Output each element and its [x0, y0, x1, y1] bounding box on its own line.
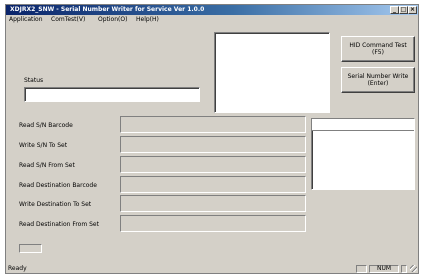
resize-grip[interactable]	[410, 265, 417, 272]
hid-button-label: HID Command Test	[349, 42, 407, 49]
field-write-sn-to-set[interactable]	[120, 136, 306, 153]
field-label-read-destination-barcode: Read Destination Barcode	[19, 182, 97, 189]
menu-application[interactable]: Application	[9, 15, 43, 25]
num-lock-indicator: NUM	[369, 265, 399, 273]
connection-indicator	[19, 244, 42, 253]
menu-comtest[interactable]: ComTest(V)	[51, 15, 85, 25]
write-button-shortcut: (Enter)	[367, 80, 389, 87]
field-read-sn-barcode[interactable]	[120, 116, 306, 133]
serial-number-write-button[interactable]: Serial Number Write (Enter)	[341, 67, 415, 93]
field-read-destination-from-set[interactable]	[120, 215, 306, 232]
field-label-read-sn-from-set: Read S/N From Set	[19, 162, 75, 169]
hid-button-shortcut: (F5)	[372, 49, 384, 56]
status-panel-empty	[356, 265, 367, 273]
field-read-sn-from-set[interactable]	[120, 156, 306, 173]
write-button-label: Serial Number Write	[347, 73, 409, 80]
result-list-header	[312, 119, 414, 131]
field-write-destination-to-set[interactable]	[120, 195, 306, 212]
field-label-write-sn-to-set: Write S/N To Set	[19, 142, 68, 149]
minimize-button[interactable]: _	[390, 6, 399, 14]
close-button[interactable]: ×	[408, 6, 417, 14]
hid-command-test-button[interactable]: HID Command Test (F5)	[341, 36, 415, 62]
status-field[interactable]	[24, 87, 200, 102]
title-bar[interactable]: XDJRX2_SNW - Serial Number Writer for Se…	[6, 5, 418, 15]
menu-option[interactable]: Option(O)	[98, 15, 127, 25]
status-bar-text: Ready	[8, 265, 27, 272]
menu-bar: Application ComTest(V) Option(O) Help(H)	[6, 15, 418, 25]
field-label-write-destination-to-set: Write Destination To Set	[19, 201, 92, 208]
status-panel-small	[401, 265, 407, 273]
window-title: XDJRX2_SNW - Serial Number Writer for Se…	[10, 6, 205, 13]
field-read-destination-barcode[interactable]	[120, 176, 306, 193]
info-panel	[214, 32, 330, 113]
field-label-read-sn-barcode: Read S/N Barcode	[19, 122, 73, 129]
menu-help[interactable]: Help(H)	[136, 15, 159, 25]
main-window: XDJRX2_SNW - Serial Number Writer for Se…	[5, 4, 419, 274]
status-label: Status	[24, 77, 44, 84]
status-bar: Ready NUM	[6, 264, 418, 273]
maximize-button[interactable]: □	[399, 6, 408, 14]
field-label-read-destination-from-set: Read Destination From Set	[19, 221, 99, 228]
